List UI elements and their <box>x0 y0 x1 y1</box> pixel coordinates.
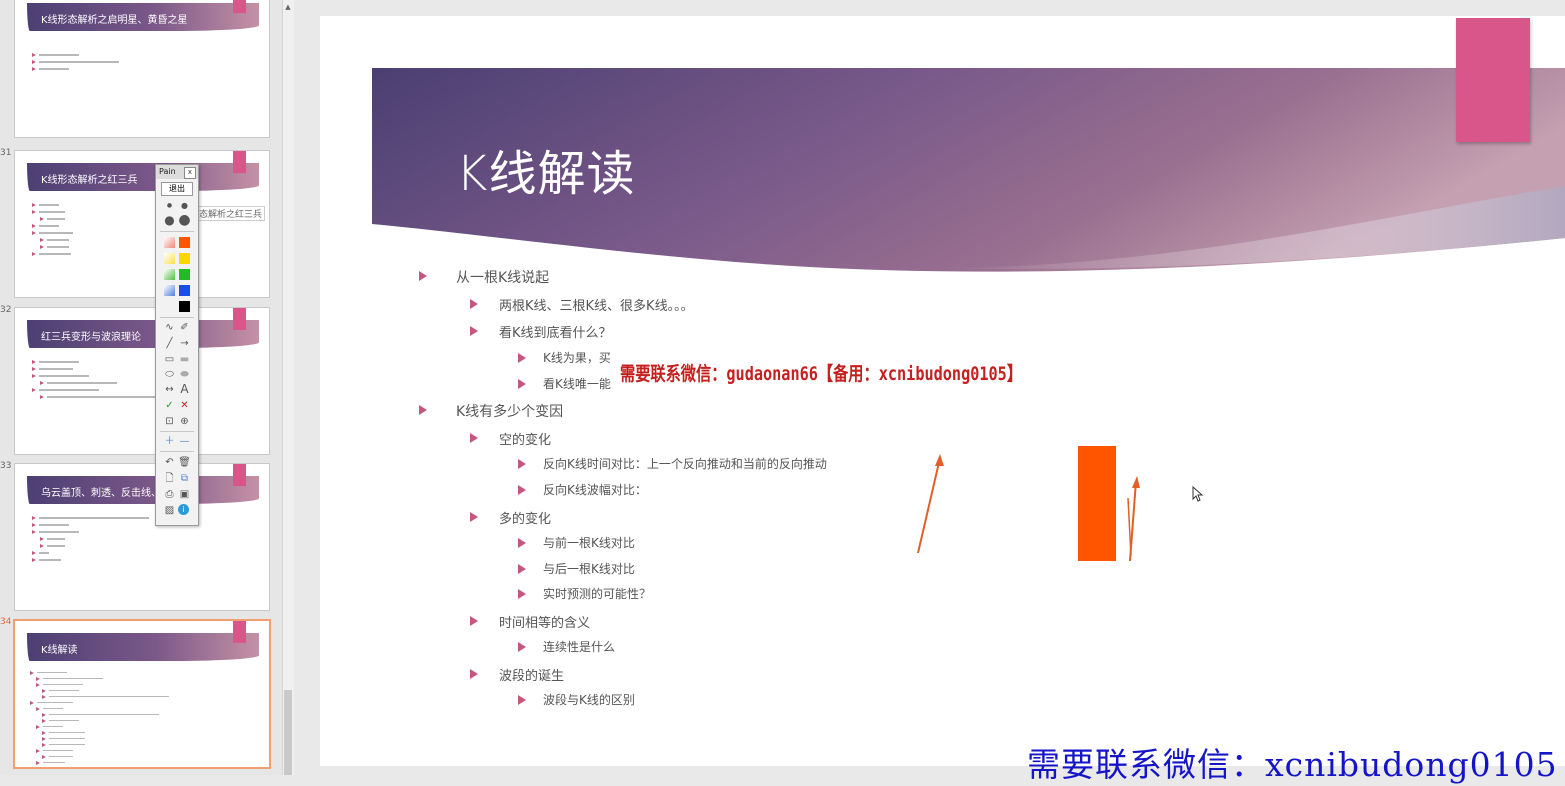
slide-thumbnail-34-selected[interactable]: K线解读 <box>13 619 271 769</box>
copy-icon[interactable]: ⧉ <box>178 472 191 485</box>
color-swatch-light-green[interactable] <box>164 269 175 280</box>
thumbnail-pink-accent <box>233 151 246 173</box>
new-page-icon[interactable]: 🗋 <box>163 472 176 485</box>
save-icon[interactable]: ▣ <box>178 488 191 501</box>
zoom-icon[interactable]: ⊕ <box>178 415 191 428</box>
thumbnail-banner: K线解读 <box>27 633 259 661</box>
scroll-up-arrow-icon[interactable]: ▲ <box>283 2 293 12</box>
thumbnail-scrollbar[interactable]: ▲ <box>282 0 294 775</box>
thumbnail-banner: 乌云盖顶、刺透、反击线、 <box>27 476 259 504</box>
crop-icon[interactable]: ⊡ <box>163 415 176 428</box>
check-icon[interactable]: ✓ <box>163 399 176 412</box>
thumbnail-title: 乌云盖顶、刺透、反击线、 <box>41 488 161 499</box>
cross-icon[interactable]: ✕ <box>178 399 191 412</box>
thumbnail-bullets <box>32 49 119 71</box>
curve-tool-icon[interactable]: ∿ <box>163 321 176 334</box>
close-icon[interactable]: x <box>184 167 196 179</box>
thumbnail-banner: K线形态解析之启明星、黄昏之星 <box>27 3 259 31</box>
arrow-tool-icon[interactable]: → <box>178 337 191 350</box>
thumbnail-pink-accent <box>233 464 246 486</box>
thumbnail-title: K线解读 <box>41 645 78 656</box>
drawn-annotations <box>917 454 1140 562</box>
brush-size-large-icon[interactable]: ● <box>163 214 176 227</box>
thumbnail-pink-accent <box>233 308 246 330</box>
thumbnail-banner: K线形态解析之红三兵 <box>27 163 259 191</box>
thumbnail-title: K线形态解析之红三兵 <box>41 175 138 186</box>
scrollbar-thumb[interactable] <box>284 690 292 775</box>
ellipse-tool-icon[interactable]: ⬭ <box>163 368 176 381</box>
brush-size-xlarge-icon[interactable]: ● <box>178 213 191 227</box>
trash-icon[interactable]: 🗑 <box>178 456 191 469</box>
image-icon[interactable]: ▨ <box>163 504 176 517</box>
thumbnail-title: K线形态解析之启明星、黄昏之星 <box>41 15 188 26</box>
info-icon[interactable]: i <box>178 504 189 515</box>
thumbnail-title: 红三兵变形与波浪理论 <box>41 332 141 343</box>
slide-number: 34 <box>0 617 12 627</box>
brush-size-small-icon[interactable]: ● <box>163 199 176 212</box>
thumbnail-bullets <box>32 199 73 256</box>
slide-thumbnail-panel: K线形态解析之启明星、黄昏之星 31 K线形态解析之红三兵 32 红三兵变形与波… <box>0 0 282 775</box>
filled-rectangle-tool-icon[interactable]: ▬ <box>178 353 191 366</box>
undo-icon[interactable]: ↶ <box>163 456 176 469</box>
double-arrow-tool-icon[interactable]: ↔ <box>163 383 176 396</box>
text-tool-icon[interactable]: A <box>178 383 191 396</box>
color-swatch-green[interactable] <box>179 269 190 280</box>
line-tool-icon[interactable]: ╱ <box>163 337 176 350</box>
eraser-icon[interactable]: ✐ <box>178 321 191 334</box>
plus-icon[interactable]: ＋ <box>163 435 176 448</box>
color-swatch-orange[interactable] <box>179 237 190 248</box>
slide-thumbnail-32[interactable]: 红三兵变形与波浪理论 <box>14 307 270 455</box>
filled-ellipse-tool-icon[interactable]: ⬬ <box>178 368 191 381</box>
watermark-text: 需要联系微信：xcnibudong0105 <box>1027 745 1558 784</box>
color-swatch-light-blue[interactable] <box>164 285 175 296</box>
slide-number: 32 <box>0 305 12 315</box>
thumbnail-bullets <box>32 512 149 562</box>
slide-thumbnail-30[interactable]: K线形态解析之启明星、黄昏之星 <box>14 0 270 138</box>
color-swatch-black[interactable] <box>179 301 190 312</box>
slide-editor: K线解读 从一根K线说起 两根K线、三根K线、很多K线。。。 看K线到底看什么？… <box>294 0 1565 775</box>
mouse-cursor-icon <box>1192 486 1204 502</box>
slide-canvas[interactable]: K线解读 从一根K线说起 两根K线、三根K线、很多K线。。。 看K线到底看什么？… <box>320 16 1565 766</box>
thumbnail-title-overflow: 态解析之红三兵 <box>196 206 266 221</box>
slide-thumbnail-31[interactable]: K线形态解析之红三兵 <box>14 150 270 298</box>
thumbnail-pink-accent <box>233 0 246 13</box>
paint-toolbox-title[interactable]: Pain x <box>156 165 198 179</box>
color-swatch-light-yellow[interactable] <box>164 253 175 264</box>
print-icon[interactable]: ⎙ <box>163 488 176 501</box>
thumbnail-pink-accent <box>233 621 246 643</box>
slide-number: 33 <box>0 461 12 471</box>
slide-thumbnail-33[interactable]: 乌云盖顶、刺透、反击线、 <box>14 463 270 611</box>
thumbnail-banner: 红三兵变形与波浪理论 <box>27 320 259 348</box>
slide-number: 31 <box>0 148 12 158</box>
thumbnail-bullets <box>30 667 169 767</box>
paint-toolbox[interactable]: Pain x 退出 ● ● ● ● ∿ ✐ ╱ → ▭ ▬ ⬭ ⬬ ↔ A ✓ … <box>155 164 199 526</box>
paint-toolbox-title-text: Pain <box>159 167 176 176</box>
color-swatch-light-red[interactable] <box>164 237 175 248</box>
exit-button[interactable]: 退出 <box>161 182 193 196</box>
color-swatch-yellow[interactable] <box>179 253 190 264</box>
rectangle-tool-icon[interactable]: ▭ <box>163 353 176 366</box>
brush-size-medium-icon[interactable]: ● <box>178 199 191 212</box>
minus-icon[interactable]: — <box>178 435 191 448</box>
color-swatch-blue[interactable] <box>179 285 190 296</box>
